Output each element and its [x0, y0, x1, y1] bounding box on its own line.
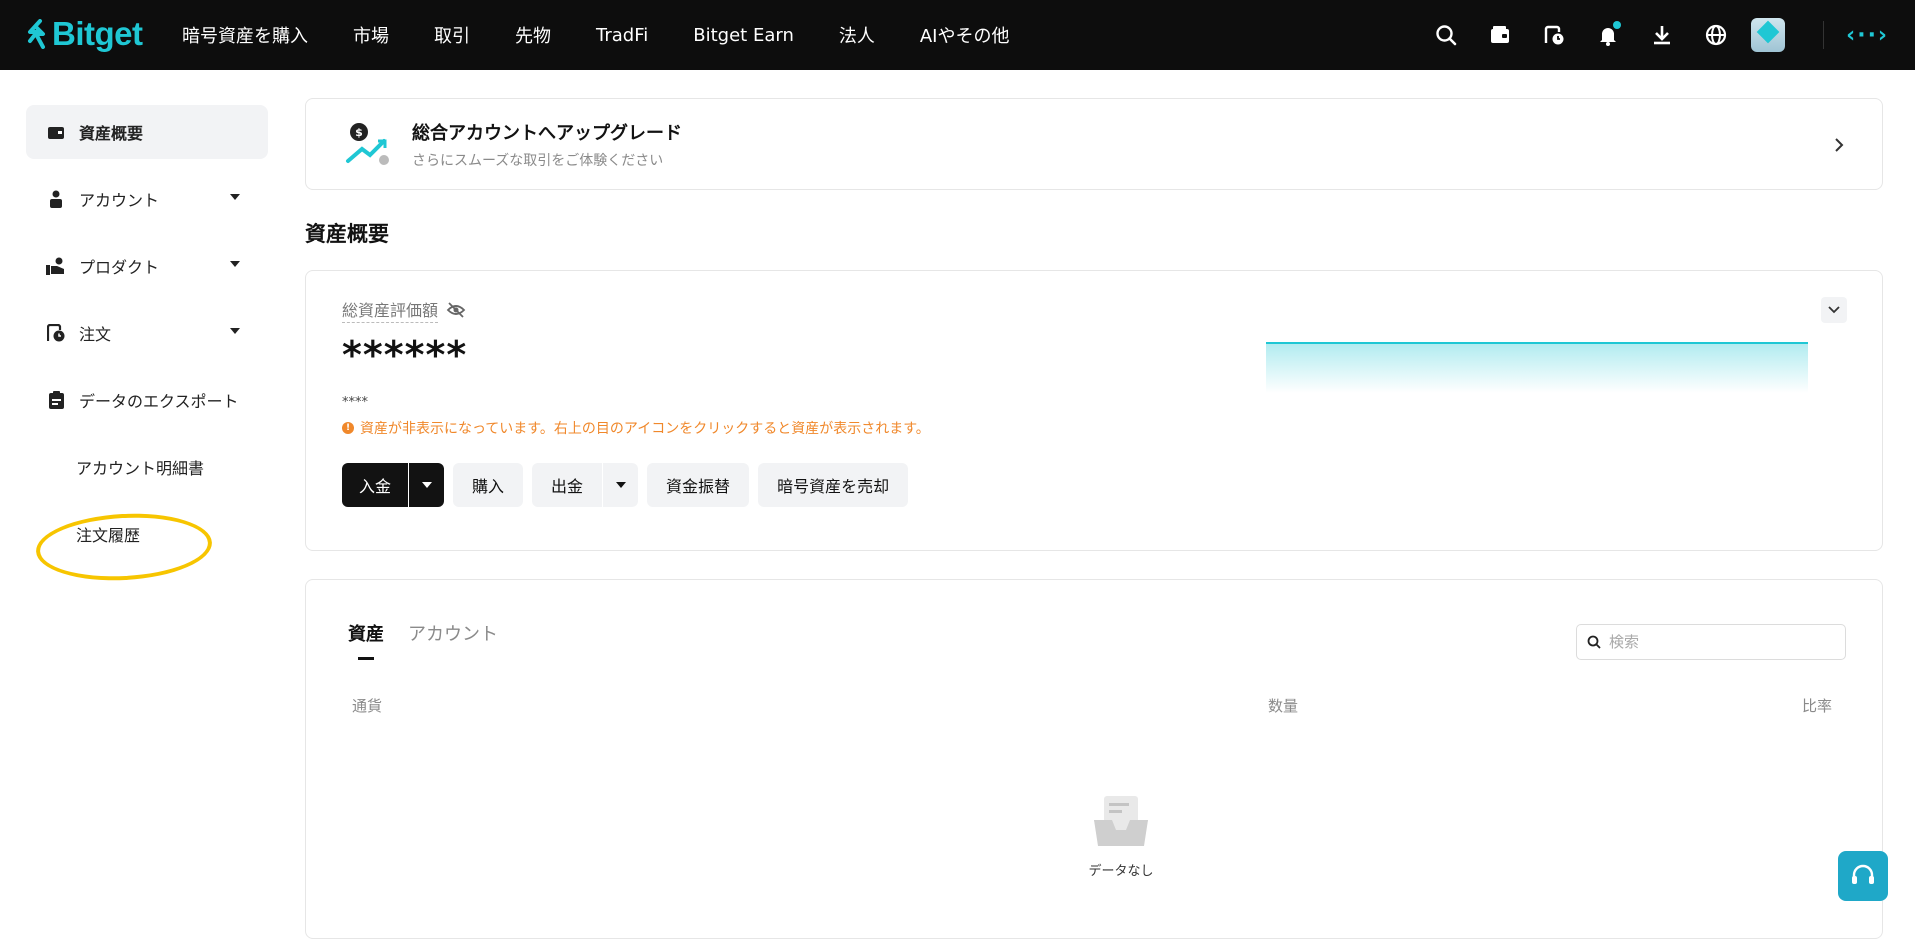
- search-icon: [1587, 635, 1601, 649]
- chevron-down-icon: [230, 328, 240, 334]
- nav-institutional[interactable]: 法人: [839, 22, 875, 48]
- search-icon[interactable]: [1431, 20, 1461, 50]
- caret-down-icon: [615, 482, 626, 488]
- collapse-toggle[interactable]: [1821, 297, 1847, 323]
- nav-buy-crypto[interactable]: 暗号資産を購入: [182, 22, 308, 48]
- total-assets-label: 総資産評価額: [342, 297, 439, 323]
- sidebar-item-label: アカウント: [79, 191, 160, 210]
- sidebar-item-data-export[interactable]: データのエクスポート: [26, 373, 268, 427]
- sidebar-subitem-order-history[interactable]: 注文履歴: [26, 507, 268, 561]
- withdraw-button[interactable]: 出金: [532, 463, 639, 507]
- warning-icon: !: [342, 422, 354, 434]
- buy-button[interactable]: 購入: [453, 463, 524, 507]
- svg-text:$: $: [355, 126, 363, 139]
- download-icon[interactable]: [1647, 20, 1677, 50]
- nav-futures[interactable]: 先物: [515, 22, 551, 48]
- topbar-divider: [1823, 21, 1825, 49]
- assets-table-header: 通貨 数量 比率: [352, 695, 1846, 715]
- action-buttons: 入金 購入 出金 資金振替 暗号資産を売却: [342, 463, 1846, 507]
- bell-icon[interactable]: [1593, 20, 1623, 50]
- bitget-logo[interactable]: Bitget: [26, 15, 143, 53]
- hidden-assets-warning: ! 資産が非表示になっています。右上の目のアイコンをクリックすると資産が表示され…: [342, 418, 1846, 438]
- wallet-icon: [46, 122, 66, 142]
- user-icon: [46, 189, 66, 209]
- sidebar: 資産概要 アカウント プロダクト 注文 データのエクスポート アカウント明細書 …: [26, 105, 268, 574]
- topbar-icons: ‹··›: [1407, 0, 1915, 70]
- deposit-button[interactable]: 入金: [342, 463, 445, 507]
- main-content: $ 総合アカウントへアップグレード さらにスムーズな取引をご体験ください 資産概…: [305, 98, 1883, 939]
- search-input[interactable]: [1609, 633, 1829, 651]
- sell-crypto-button[interactable]: 暗号資産を売却: [758, 463, 909, 507]
- warning-text: 資産が非表示になっています。右上の目のアイコンをクリックすると資産が表示されます…: [360, 421, 930, 437]
- asset-search[interactable]: [1576, 624, 1846, 660]
- upgrade-text: 総合アカウントへアップグレード さらにスムーズな取引をご体験ください: [412, 119, 682, 170]
- upgrade-subtitle: さらにスムーズな取引をご体験ください: [412, 152, 664, 169]
- nav-bitget-earn[interactable]: Bitget Earn: [693, 25, 794, 46]
- chevron-down-icon: [230, 261, 240, 267]
- sidebar-item-account[interactable]: アカウント: [26, 172, 268, 226]
- nav-trade[interactable]: 取引: [434, 22, 470, 48]
- upgrade-banner[interactable]: $ 総合アカウントへアップグレード さらにスムーズな取引をご体験ください: [305, 98, 1883, 190]
- assets-list-card: 資産 アカウント 通貨 数量 比率 データなし: [305, 579, 1883, 939]
- withdraw-dropdown[interactable]: [602, 463, 638, 507]
- page-title: 資産概要: [305, 222, 389, 246]
- brand-name: Bitget: [52, 15, 143, 52]
- upgrade-title: 総合アカウントへアップグレード: [412, 122, 682, 144]
- deposit-label: 入金: [359, 477, 392, 496]
- sidebar-item-orders[interactable]: 注文: [26, 306, 268, 360]
- sidebar-item-label: 資産概要: [79, 124, 144, 143]
- user-avatar[interactable]: [1751, 18, 1786, 52]
- export-icon: [46, 390, 66, 410]
- sidebar-item-label: データのエクスポート: [79, 392, 239, 411]
- sidebar-item-assets-overview[interactable]: 資産概要: [26, 105, 268, 159]
- bitget-logo-icon: [28, 19, 45, 49]
- empty-state: データなし: [1041, 790, 1201, 879]
- nav-ai-more[interactable]: AIやその他: [920, 22, 1010, 48]
- tab-account[interactable]: アカウント: [408, 620, 498, 646]
- wallet-icon[interactable]: [1485, 20, 1515, 50]
- sidebar-item-product[interactable]: プロダクト: [26, 239, 268, 293]
- nav-tradfi[interactable]: TradFi: [596, 25, 648, 46]
- asset-overview-card: 総資産評価額 ****** **** ! 資産が非表示になっています。右上の目の…: [305, 270, 1883, 551]
- headset-icon: [1852, 864, 1874, 884]
- chevron-down-icon: [230, 194, 240, 200]
- total-assets-sub-value: ****: [342, 395, 368, 410]
- assets-tabs: 資産 アカウント: [348, 620, 522, 660]
- order-history-icon[interactable]: [1539, 20, 1569, 50]
- chevron-right-icon: [1835, 138, 1844, 152]
- column-currency: 通貨: [352, 697, 383, 715]
- sidebar-item-label: プロダクト: [79, 258, 160, 277]
- column-ratio: 比率: [1801, 697, 1832, 715]
- api-bracket-icon[interactable]: ‹··›: [1846, 23, 1889, 48]
- tab-assets[interactable]: 資産: [348, 620, 384, 660]
- column-amount: 数量: [1268, 697, 1299, 715]
- main-nav: 暗号資産を購入 市場 取引 先物 TradFi Bitget Earn 法人 A…: [182, 0, 1054, 70]
- withdraw-label: 出金: [551, 477, 584, 496]
- chevron-down-icon: [1828, 306, 1840, 314]
- nav-markets[interactable]: 市場: [353, 22, 389, 48]
- asset-trend-graph: [1266, 342, 1808, 393]
- deposit-dropdown[interactable]: [408, 463, 444, 507]
- sidebar-subitem-account-statement[interactable]: アカウント明細書: [26, 440, 268, 494]
- customer-support-button[interactable]: [1838, 851, 1888, 901]
- top-navigation-bar: Bitget 暗号資産を購入 市場 取引 先物 TradFi Bitget Ea…: [0, 0, 1915, 70]
- order-icon: [46, 323, 66, 343]
- upgrade-icon: $: [346, 123, 389, 165]
- eye-hidden-icon[interactable]: [446, 300, 466, 320]
- caret-down-icon: [421, 482, 432, 488]
- sidebar-item-label: 注文: [79, 325, 112, 344]
- total-assets-label-row: 総資産評価額: [342, 297, 1846, 323]
- empty-data-icon: [1094, 796, 1148, 846]
- product-icon: [46, 256, 66, 276]
- globe-icon[interactable]: [1701, 20, 1731, 50]
- empty-text: データなし: [1088, 864, 1154, 879]
- transfer-button[interactable]: 資金振替: [647, 463, 750, 507]
